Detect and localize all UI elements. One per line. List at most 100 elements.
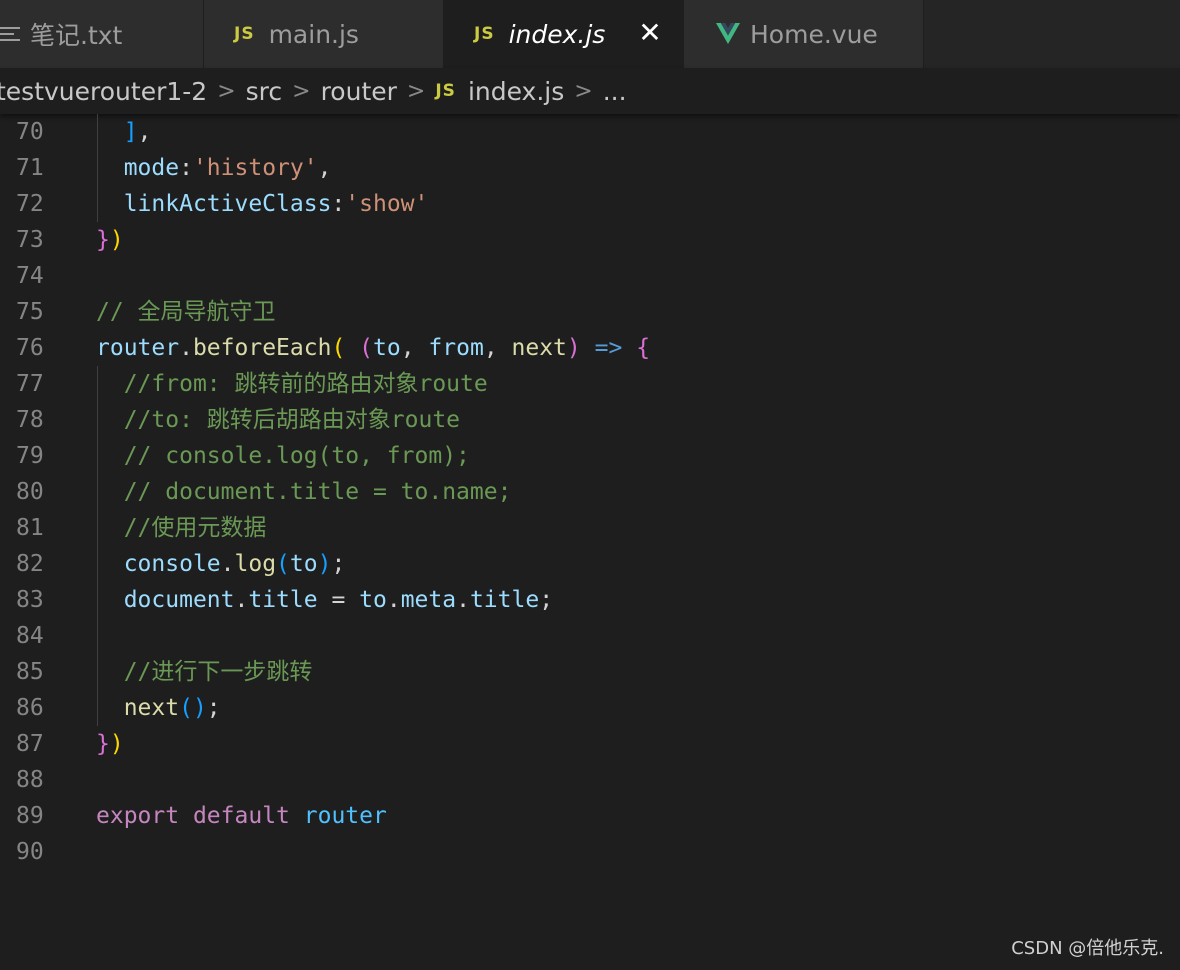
vue-icon (716, 23, 740, 45)
code-token: , (400, 335, 429, 361)
code-token: . (386, 587, 401, 613)
code-line[interactable]: 89 export default router (0, 798, 1180, 834)
code-line[interactable]: 88 (0, 762, 1180, 798)
code-token: ; (206, 695, 221, 721)
code-token: console (123, 551, 221, 577)
code-token: ) (109, 227, 124, 253)
code-line[interactable]: 71 mode:'history', (0, 150, 1180, 186)
code-editor[interactable]: 70 ], 71 mode:'history', 72 linkActiveClas… (0, 114, 1180, 934)
indent-guide (97, 114, 98, 222)
code-token: . (179, 335, 193, 361)
code-token: //to: 跳转后胡路由对象route (123, 407, 461, 433)
code-line[interactable]: 76 router.beforeEach( (to, from, next) =>… (0, 330, 1180, 366)
tab-label: 笔记.txt (30, 21, 123, 50)
chevron-right-icon: > (406, 78, 426, 104)
close-icon[interactable]: ✕ (637, 19, 663, 47)
code-line[interactable]: 80 // document.title = to.name; (0, 474, 1180, 510)
code-line[interactable]: 77 //from: 跳转前的路由对象route (0, 366, 1180, 402)
line-number: 85 (16, 659, 44, 685)
line-number: 87 (16, 731, 44, 757)
code-token: ( (331, 335, 346, 361)
code-token: ; (539, 587, 554, 613)
editor-tab-bar: 笔记.txt JS main.js JS index.js ✕ Home.vue (0, 0, 1180, 68)
indent-guide (97, 366, 98, 726)
code-line[interactable]: 81 //使用元数据 (0, 510, 1180, 546)
javascript-icon: JS (474, 24, 495, 44)
code-line[interactable]: 74 (0, 258, 1180, 294)
code-token: log (234, 551, 277, 577)
code-line[interactable]: 70 ], (0, 114, 1180, 150)
watermark: CSDN @倍他乐克. (1011, 938, 1164, 959)
tab-index-js[interactable]: JS index.js ✕ (444, 0, 684, 68)
code-line[interactable]: 84 (0, 618, 1180, 654)
code-line[interactable]: 73}) (0, 222, 1180, 258)
code-token: next (123, 695, 180, 721)
code-token: () (179, 695, 207, 721)
code-token: ) (566, 335, 581, 361)
text-file-icon (0, 23, 20, 45)
code-token: // 全局导航守卫 (96, 299, 276, 325)
code-text: // document.title = to.name; (96, 474, 512, 510)
code-line[interactable]: 85 //进行下一步跳转 (0, 654, 1180, 690)
code-line[interactable]: 78 //to: 跳转后胡路由对象route (0, 402, 1180, 438)
code-text: //使用元数据 (96, 510, 267, 546)
code-token: , (483, 335, 512, 361)
breadcrumb-item-router[interactable]: router (321, 77, 397, 106)
code-line[interactable]: 90 (0, 834, 1180, 870)
code-token: // console.log(to, from); (123, 443, 470, 469)
line-number: 73 (16, 227, 44, 253)
code-token: title (248, 587, 318, 613)
code-token: mode (123, 155, 180, 181)
code-text: // console.log(to, from); (96, 438, 470, 474)
code-text: next(); (96, 690, 221, 726)
code-token: ; (331, 551, 346, 577)
code-token: title (469, 587, 540, 613)
code-token: // document.title = to.name; (123, 479, 512, 505)
breadcrumb-item-project[interactable]: testvuerouter1-2 (0, 77, 207, 106)
code-token: default (192, 803, 290, 829)
code-token: router (96, 335, 180, 361)
code-token: 'show' (345, 191, 429, 217)
code-token: document (123, 587, 235, 613)
code-token: router (303, 803, 387, 829)
code-text: console.log(to); (96, 546, 346, 582)
code-text: }) (96, 726, 124, 762)
breadcrumb-item-symbols[interactable]: ... (603, 77, 627, 106)
code-token: ) (317, 551, 332, 577)
tab-notes-txt[interactable]: 笔记.txt (0, 0, 204, 68)
code-line[interactable]: 82 console.log(to); (0, 546, 1180, 582)
code-token: ( (359, 335, 374, 361)
code-text: linkActiveClass:'show' (96, 186, 429, 222)
breadcrumb-item-src[interactable]: src (246, 77, 283, 106)
code-line[interactable]: 87}) (0, 726, 1180, 762)
code-line[interactable]: 75 // 全局导航守卫 (0, 294, 1180, 330)
line-number: 76 (16, 335, 44, 361)
line-number: 77 (16, 371, 44, 397)
code-text: }) (96, 222, 124, 258)
code-line[interactable]: 79 // console.log(to, from); (0, 438, 1180, 474)
breadcrumb-item-file[interactable]: index.js (468, 77, 564, 106)
code-line[interactable]: 72 linkActiveClass:'show' (0, 186, 1180, 222)
line-number: 84 (16, 623, 44, 649)
tab-main-js[interactable]: JS main.js (204, 0, 444, 68)
tab-home-vue[interactable]: Home.vue (684, 0, 924, 68)
line-number: 70 (16, 119, 44, 145)
code-text: document.title = to.meta.title; (96, 582, 553, 618)
code-line[interactable]: 86 next(); (0, 690, 1180, 726)
code-line[interactable]: 83 document.title = to.meta.title; (0, 582, 1180, 618)
javascript-icon: JS (234, 24, 255, 44)
code-text: //to: 跳转后胡路由对象route (96, 402, 460, 438)
line-number: 83 (16, 587, 44, 613)
tab-label: index.js (508, 19, 606, 49)
